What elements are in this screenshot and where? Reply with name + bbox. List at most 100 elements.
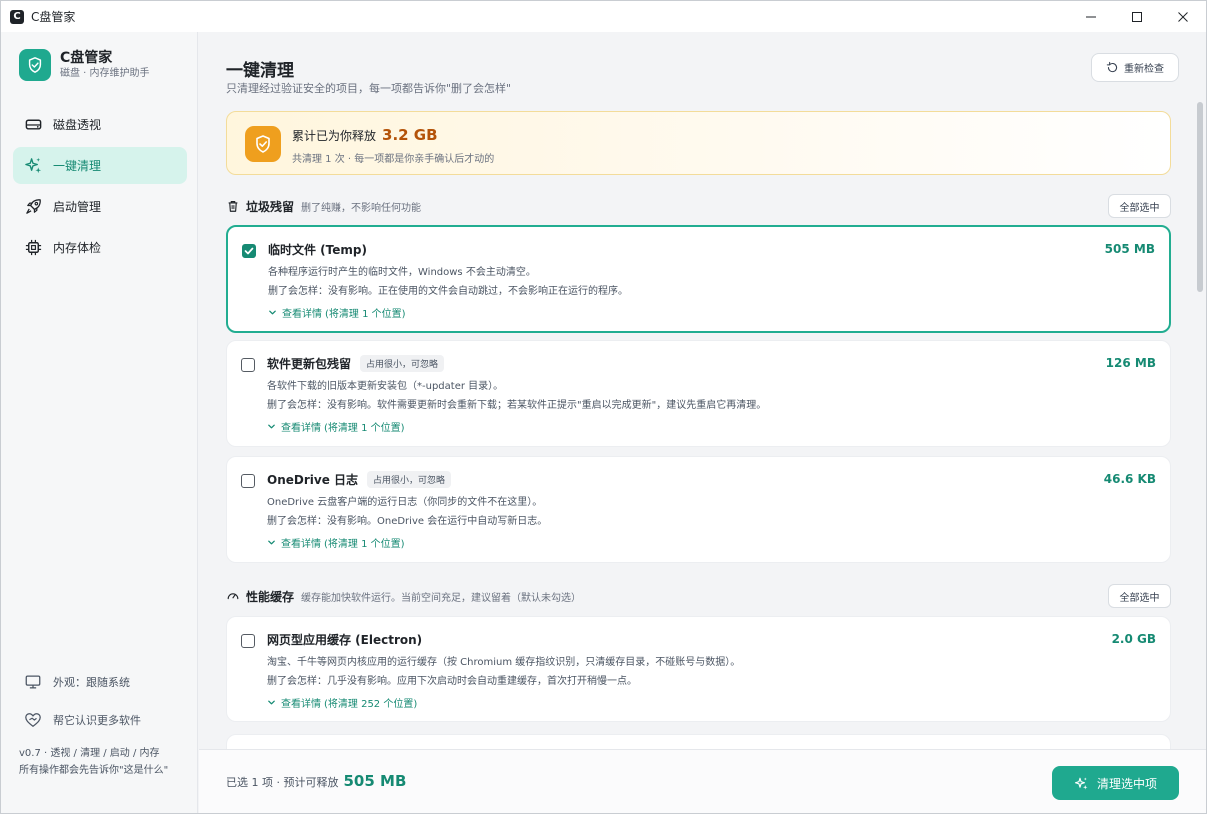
banner-amount: 3.2 GB [382, 126, 438, 144]
details-note: (将清理 252 个位置) [324, 699, 418, 710]
item-checkbox[interactable] [242, 244, 256, 258]
item-effect: 删了会怎样：没有影响。软件需要更新时会重新下载；若某软件正提示"重启以完成更新"… [267, 400, 767, 411]
cleanup-item-updater[interactable]: 软件更新包残留 占用很小，可忽略 126 MB 各软件下载的旧版本更新安装包（*… [226, 340, 1171, 447]
item-size: 2.0 GB [1111, 632, 1156, 646]
close-icon [1178, 11, 1188, 22]
item-title-wrap: 软件更新包残留 占用很小，可忽略 [267, 355, 445, 372]
item-effect: 删了会怎样：没有影响。正在使用的文件会自动跳过，不会影响正在运行的程序。 [268, 286, 628, 297]
sidebar-item-cleanup[interactable]: 一键清理 [13, 147, 187, 184]
version-note: 所有操作都会先告诉你"这是什么" [19, 765, 169, 776]
freed-space-banner: 累计已为你释放 3.2 GB 共清理 1 次 · 每一项都是你亲手确认后才动的 [226, 111, 1171, 175]
scrollbar-thumb[interactable] [1197, 102, 1203, 292]
cleanup-item-temp[interactable]: 临时文件 (Temp) 505 MB 各种程序运行时产生的临时文件，Window… [226, 225, 1171, 333]
app-logo-letter: C [13, 11, 21, 22]
rocket-icon [26, 199, 41, 214]
select-all-button[interactable]: 全部选中 [1108, 584, 1171, 608]
item-desc: 各种程序运行时产生的临时文件，Windows 不会主动清空。 [268, 267, 536, 278]
version-info: v0.7 · 透视 / 清理 / 启动 / 内存 所有操作都会先告诉你"这是什么… [19, 745, 184, 779]
section-title: 性能缓存 [246, 589, 295, 604]
sidebar-item-label: 内存体检 [53, 241, 102, 255]
details-label: 查看详情 [281, 423, 321, 434]
view-details-link[interactable]: 查看详情 (将清理 1 个位置) [267, 419, 405, 434]
chevron-down-icon [268, 540, 275, 545]
sidebar-item-startup[interactable]: 启动管理 [13, 188, 187, 225]
page-title: 一键清理 [226, 61, 294, 81]
refresh-icon [1106, 61, 1118, 73]
details-note: (将清理 1 个位置) [324, 423, 405, 434]
cleanup-item-electron[interactable]: 网页型应用缓存 (Electron) 2.0 GB 淘宝、千牛等网页内核应用的运… [226, 616, 1171, 722]
trash-icon [228, 201, 238, 212]
app-window: C C盘管家 C盘管家 磁盘 · 内存维护助手 磁盘透视 一键清理 启动管理 内… [0, 0, 1207, 814]
item-title-wrap: OneDrive 日志 占用很小，可忽略 [267, 471, 452, 488]
window-title: C盘管家 [31, 10, 76, 24]
clean-selected-button[interactable]: 清理选中项 [1052, 766, 1179, 800]
section-desc: 删了纯赚，不影响任何功能 [301, 202, 422, 214]
view-details-link[interactable]: 查看详情 (将清理 1 个位置) [267, 535, 405, 550]
details-label: 查看详情 [282, 309, 322, 320]
item-effect: 删了会怎样：没有影响。OneDrive 会在运行中自动写新日志。 [267, 516, 548, 527]
item-title: 临时文件 (Temp) [268, 243, 367, 257]
shield-check-icon [245, 126, 281, 162]
recommend-link[interactable]: 帮它认识更多软件 [13, 709, 187, 731]
item-tag: 占用很小，可忽略 [367, 471, 452, 488]
item-size: 46.6 KB [1103, 472, 1156, 486]
item-effect: 删了会怎样：几乎没有影响。应用下次启动时会自动重建缓存，首次打开稍慢一点。 [267, 676, 637, 687]
sparkle-icon [25, 157, 42, 174]
item-checkbox[interactable] [241, 358, 255, 372]
monitor-icon [25, 675, 41, 689]
item-checkbox[interactable] [241, 474, 255, 488]
item-tag: 占用很小，可忽略 [360, 355, 445, 372]
view-details-link[interactable]: 查看详情 (将清理 252 个位置) [267, 695, 417, 710]
close-button[interactable] [1160, 1, 1206, 32]
sidebar-item-label: 启动管理 [53, 200, 102, 214]
item-checkbox[interactable] [241, 634, 255, 648]
section-desc: 缓存能加快软件运行。当前空间充足，建议留着（默认未勾选） [301, 592, 582, 604]
selection-prefix: 已选 1 项 · 预计可释放 [226, 776, 339, 789]
item-title: OneDrive 日志 [267, 473, 359, 487]
sidebar-item-disk[interactable]: 磁盘透视 [13, 106, 187, 143]
minimize-button[interactable] [1068, 1, 1114, 32]
section-header-cache: 性能缓存 缓存能加快软件运行。当前空间充足，建议留着（默认未勾选） 全部选中 [226, 584, 1171, 608]
item-desc: 淘宝、千牛等网页内核应用的运行缓存（按 Chromium 缓存指纹识别，只清缓存… [267, 657, 741, 668]
item-size: 126 MB [1105, 356, 1156, 370]
item-title-wrap: 临时文件 (Temp) [268, 241, 367, 258]
item-desc: 各软件下载的旧版本更新安装包（*-updater 目录）。 [267, 381, 504, 392]
view-details-link[interactable]: 查看详情 (将清理 1 个位置) [268, 305, 406, 320]
item-title: 软件更新包残留 [267, 357, 352, 371]
recheck-label: 重新检查 [1124, 64, 1164, 75]
cleanup-item-next[interactable] [226, 734, 1171, 749]
select-all-button[interactable]: 全部选中 [1108, 194, 1171, 218]
heart-handshake-icon [25, 713, 41, 727]
title-bar: C C盘管家 [1, 1, 1206, 32]
cleanup-item-onedrive[interactable]: OneDrive 日志 占用很小，可忽略 46.6 KB OneDrive 云盘… [226, 456, 1171, 563]
app-logo-icon: C [10, 9, 24, 24]
item-title: 网页型应用缓存 (Electron) [267, 633, 423, 647]
sparkle-icon [1074, 777, 1088, 789]
brand: C盘管家 磁盘 · 内存维护助手 [19, 49, 150, 81]
item-desc: OneDrive 云盘客户端的运行日志（你同步的文件不在这里）。 [267, 497, 543, 508]
item-size: 505 MB [1104, 242, 1155, 256]
appearance-toggle[interactable]: 外观：跟随系统 [13, 671, 187, 693]
details-note: (将清理 1 个位置) [324, 539, 405, 550]
recommend-label: 帮它认识更多软件 [53, 714, 141, 727]
sidebar-item-label: 一键清理 [53, 159, 102, 173]
minimize-icon [1086, 16, 1096, 17]
action-footer: 已选 1 项 · 预计可释放 505 MB 清理选中项 [199, 749, 1206, 813]
chevron-down-icon [268, 424, 275, 429]
sidebar-item-memory[interactable]: 内存体检 [13, 229, 187, 266]
sidebar: C盘管家 磁盘 · 内存维护助手 磁盘透视 一键清理 启动管理 内存体检 外观：… [1, 32, 198, 813]
maximize-button[interactable] [1114, 1, 1160, 32]
selection-summary: 已选 1 项 · 预计可释放 505 MB [226, 772, 406, 790]
details-note: (将清理 1 个位置) [325, 309, 406, 320]
chip-icon [25, 239, 42, 256]
gauge-icon [227, 593, 239, 600]
section-header-junk: 垃圾残留 删了纯赚，不影响任何功能 全部选中 [226, 194, 1171, 218]
details-label: 查看详情 [281, 699, 321, 710]
details-label: 查看详情 [281, 539, 321, 550]
recheck-button[interactable]: 重新检查 [1091, 53, 1179, 82]
brand-subtitle: 磁盘 · 内存维护助手 [60, 68, 150, 79]
sidebar-item-label: 磁盘透视 [53, 118, 102, 132]
item-title-wrap: 网页型应用缓存 (Electron) [267, 631, 422, 648]
disk-icon [25, 119, 42, 130]
shield-check-icon [19, 49, 51, 81]
